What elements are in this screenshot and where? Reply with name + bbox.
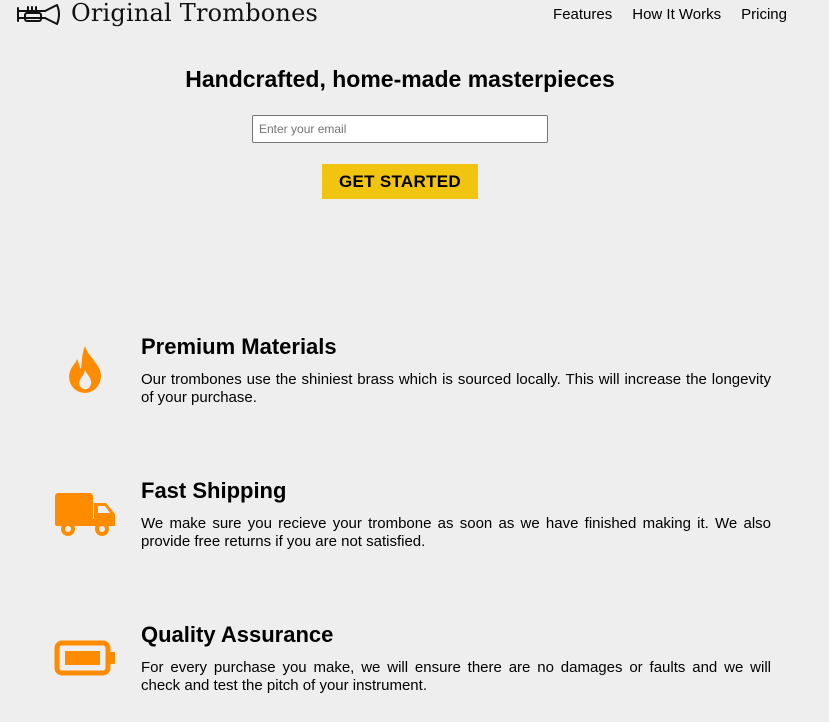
get-started-button[interactable]: GET STARTED bbox=[322, 164, 478, 199]
hero-title: Handcrafted, home-made masterpieces bbox=[185, 66, 615, 92]
email-input[interactable] bbox=[252, 115, 548, 143]
feature-title: Fast Shipping bbox=[141, 478, 287, 503]
battery-icon bbox=[53, 630, 117, 686]
brand-name: Original Trombones bbox=[71, 0, 319, 27]
main-nav: Features How It Works Pricing bbox=[553, 6, 787, 23]
fire-icon bbox=[53, 342, 117, 398]
trumpet-logo-icon bbox=[17, 2, 63, 28]
feature-title: Premium Materials bbox=[141, 334, 337, 359]
nav-link-how-it-works[interactable]: How It Works bbox=[632, 6, 721, 23]
site-header: Original Trombones Features How It Works… bbox=[0, 0, 829, 30]
feature-description: We make sure you recieve your trombone a… bbox=[141, 515, 771, 550]
feature-description: For every purchase you make, we will ens… bbox=[141, 659, 771, 694]
nav-link-pricing[interactable]: Pricing bbox=[741, 6, 787, 23]
logo[interactable]: Original Trombones bbox=[17, 0, 318, 30]
nav-link-features[interactable]: Features bbox=[553, 6, 612, 23]
feature-title: Quality Assurance bbox=[141, 622, 334, 647]
truck-icon bbox=[53, 486, 117, 542]
feature-description: Our trombones use the shiniest brass whi… bbox=[141, 371, 771, 406]
